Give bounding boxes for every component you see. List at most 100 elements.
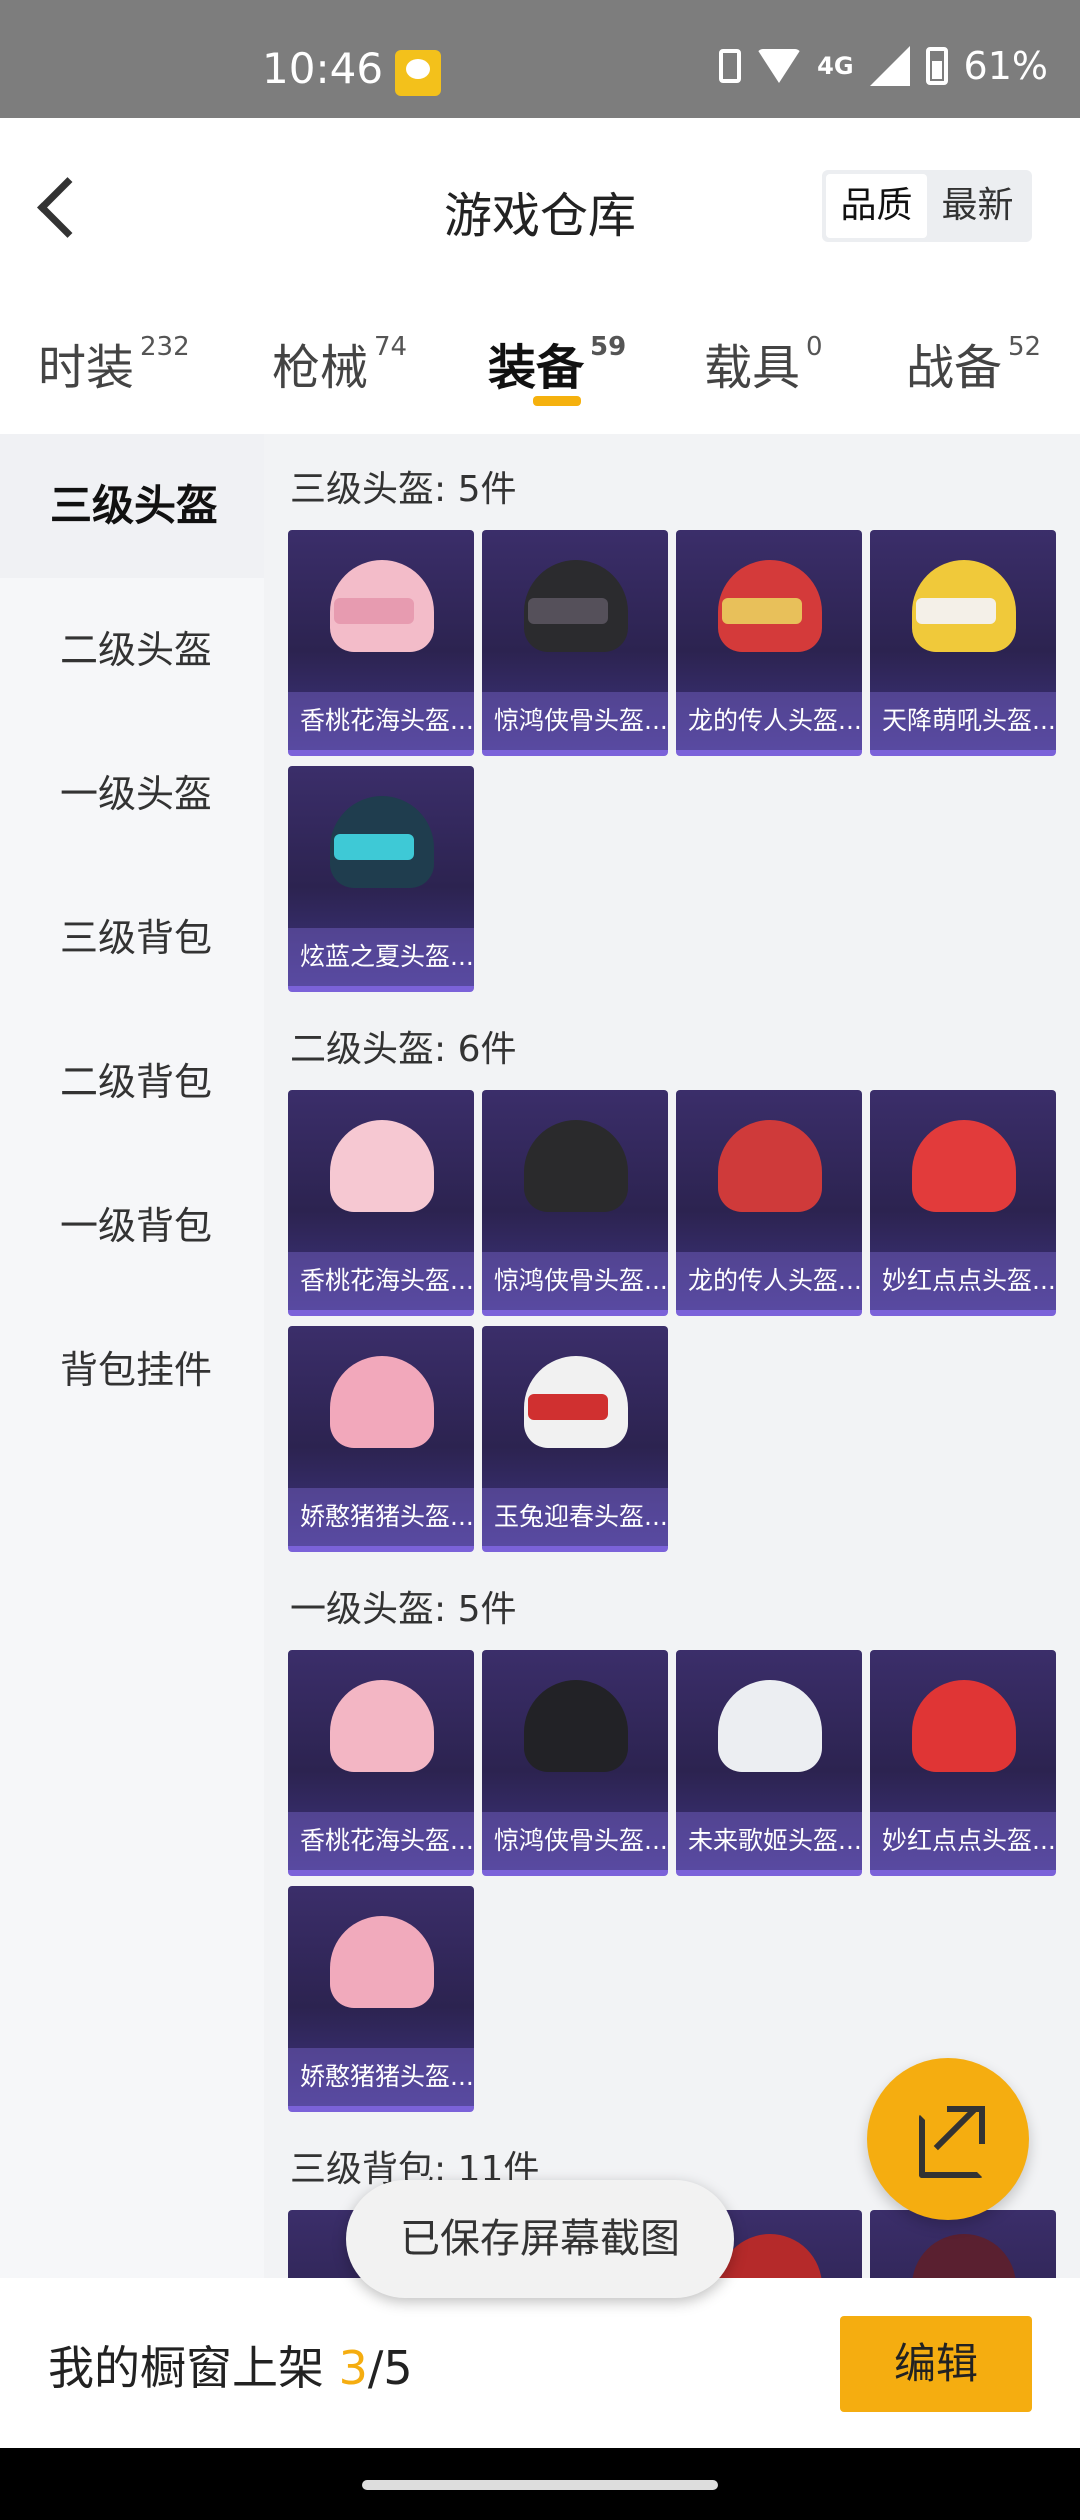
sort-option-newest[interactable]: 最新 — [927, 174, 1028, 238]
sidebar-item-level3-backpack[interactable]: 三级背包 — [0, 866, 264, 1010]
item-card[interactable]: 娇憨猪猪头盔... — [288, 1886, 474, 2112]
item-label: 香桃花海头盔... — [288, 1812, 474, 1870]
tab-fashion[interactable]: 时装 232 — [38, 328, 190, 398]
sidebar-item-backpack-charm[interactable]: 背包挂件 — [0, 1298, 264, 1442]
edit-button[interactable]: 编辑 — [840, 2316, 1032, 2412]
vibrate-icon — [719, 49, 742, 83]
battery-icon — [925, 47, 948, 85]
system-nav-bar — [0, 2448, 1080, 2520]
sidebar-item-level1-backpack[interactable]: 一级背包 — [0, 1154, 264, 1298]
tab-count: 74 — [374, 332, 408, 362]
helmet-icon — [718, 1120, 822, 1212]
item-label: 玉兔迎春头盔... — [482, 1488, 668, 1546]
tab-label: 战备 — [906, 340, 1003, 396]
tab-active-indicator — [533, 396, 581, 406]
sidebar-item-level2-backpack[interactable]: 二级背包 — [0, 1010, 264, 1154]
item-card[interactable]: 妙红点点头盔... — [870, 1090, 1056, 1316]
item-label: 惊鸿侠骨头盔... — [482, 1812, 668, 1870]
showcase-total: 5 — [383, 2341, 413, 2395]
helmet-visor — [528, 598, 608, 624]
tab-label: 枪械 — [272, 340, 369, 396]
toast-message: 已保存屏幕截图 — [346, 2180, 734, 2298]
tab-guns[interactable]: 枪械 74 — [272, 328, 407, 398]
helmet-visor — [334, 598, 414, 624]
item-card[interactable]: 娇憨猪猪头盔... — [288, 1326, 474, 1552]
item-label: 妙红点点头盔... — [870, 1812, 1056, 1870]
status-bar: 10:46 4G 61% — [0, 0, 1080, 118]
helmet-visor — [528, 1394, 608, 1420]
tab-equipment[interactable]: 装备 59 — [488, 328, 626, 398]
item-card[interactable]: 惊鸿侠骨头盔... — [482, 530, 668, 756]
helmet-icon — [524, 1680, 628, 1772]
app-notification-icon — [395, 50, 441, 96]
sidebar-item-level1-helmet[interactable]: 一级头盔 — [0, 722, 264, 866]
item-card[interactable]: 惊鸿侠骨头盔... — [482, 1090, 668, 1316]
item-label: 妙红点点头盔... — [870, 1252, 1056, 1310]
item-card[interactable]: 炫蓝之夏头盔... — [288, 766, 474, 992]
status-icons: 4G 61% — [719, 44, 1048, 88]
tab-vehicles[interactable]: 载具 0 — [704, 328, 823, 398]
category-tabs: 时装 232 枪械 74 装备 59 载具 0 战备 52 — [0, 288, 1080, 434]
item-grid: 三级头盔: 5件 香桃花海头盔... 惊鸿侠骨头盔... 龙的传人头盔... 天… — [264, 434, 1080, 2278]
section-title: 一级头盔: 5件 — [290, 1589, 517, 1630]
item-label: 天降萌吼头盔... — [870, 692, 1056, 750]
sort-toggle: 品质 最新 — [822, 170, 1032, 242]
signal-icon — [869, 46, 910, 86]
battery-level: 61% — [963, 44, 1048, 88]
network-type: 4G — [817, 52, 854, 80]
item-card[interactable] — [870, 2210, 1056, 2278]
showcase-current: 3 — [338, 2341, 368, 2395]
home-gesture-handle[interactable] — [362, 2480, 718, 2490]
section-title: 三级头盔: 5件 — [290, 469, 517, 510]
helmet-icon — [912, 1680, 1016, 1772]
item-label: 惊鸿侠骨头盔... — [482, 692, 668, 750]
item-label: 龙的传人头盔... — [676, 1252, 862, 1310]
helmet-visor — [334, 834, 414, 860]
helmet-icon — [330, 1680, 434, 1772]
item-label: 娇憨猪猪头盔... — [288, 1488, 474, 1546]
item-label: 惊鸿侠骨头盔... — [482, 1252, 668, 1310]
item-label: 香桃花海头盔... — [288, 692, 474, 750]
item-card[interactable]: 龙的传人头盔... — [676, 530, 862, 756]
helmet-icon — [330, 1120, 434, 1212]
item-label: 香桃花海头盔... — [288, 1252, 474, 1310]
item-label: 未来歌姬头盔... — [676, 1812, 862, 1870]
tab-count: 59 — [590, 332, 627, 362]
header: 游戏仓库 品质 最新 — [0, 118, 1080, 288]
sidebar: 三级头盔 二级头盔 一级头盔 三级背包 二级背包 一级背包 背包挂件 — [0, 434, 264, 2278]
item-card[interactable]: 龙的传人头盔... — [676, 1090, 862, 1316]
section-title: 二级头盔: 6件 — [290, 1029, 517, 1070]
tab-label: 载具 — [704, 340, 801, 396]
helmet-icon — [524, 1120, 628, 1212]
item-card[interactable]: 香桃花海头盔... — [288, 530, 474, 756]
backpack-icon — [912, 2234, 1016, 2278]
item-card[interactable]: 香桃花海头盔... — [288, 1650, 474, 1876]
tab-supplies[interactable]: 战备 52 — [906, 328, 1041, 398]
helmet-visor — [916, 598, 996, 624]
helmet-icon — [718, 1680, 822, 1772]
wifi-icon — [757, 49, 802, 83]
sidebar-item-level2-helmet[interactable]: 二级头盔 — [0, 578, 264, 722]
sort-option-quality[interactable]: 品质 — [826, 174, 927, 238]
item-card[interactable]: 香桃花海头盔... — [288, 1090, 474, 1316]
fab-arrow — [933, 2107, 977, 2151]
item-label: 龙的传人头盔... — [676, 692, 862, 750]
tab-label: 时装 — [38, 340, 135, 396]
item-card[interactable]: 玉兔迎春头盔... — [482, 1326, 668, 1552]
showcase-label: 我的橱窗上架 — [48, 2341, 324, 2395]
showcase-status: 我的橱窗上架 3/5 — [48, 2332, 413, 2398]
item-card[interactable]: 未来歌姬头盔... — [676, 1650, 862, 1876]
helmet-icon — [330, 1356, 434, 1448]
showcase-separator: / — [367, 2341, 384, 2395]
bottom-bar: 我的橱窗上架 3/5 编辑 — [0, 2278, 1080, 2448]
item-card[interactable]: 妙红点点头盔... — [870, 1650, 1056, 1876]
tab-count: 232 — [140, 332, 190, 362]
item-card[interactable]: 惊鸿侠骨头盔... — [482, 1650, 668, 1876]
item-label: 炫蓝之夏头盔... — [288, 928, 474, 986]
status-time: 10:46 — [262, 44, 384, 93]
item-card[interactable]: 天降萌吼头盔... — [870, 530, 1056, 756]
sidebar-item-level3-helmet[interactable]: 三级头盔 — [0, 434, 264, 578]
share-external-icon[interactable] — [867, 2058, 1029, 2220]
tab-count: 52 — [1008, 332, 1042, 362]
helmet-icon — [330, 1916, 434, 2008]
